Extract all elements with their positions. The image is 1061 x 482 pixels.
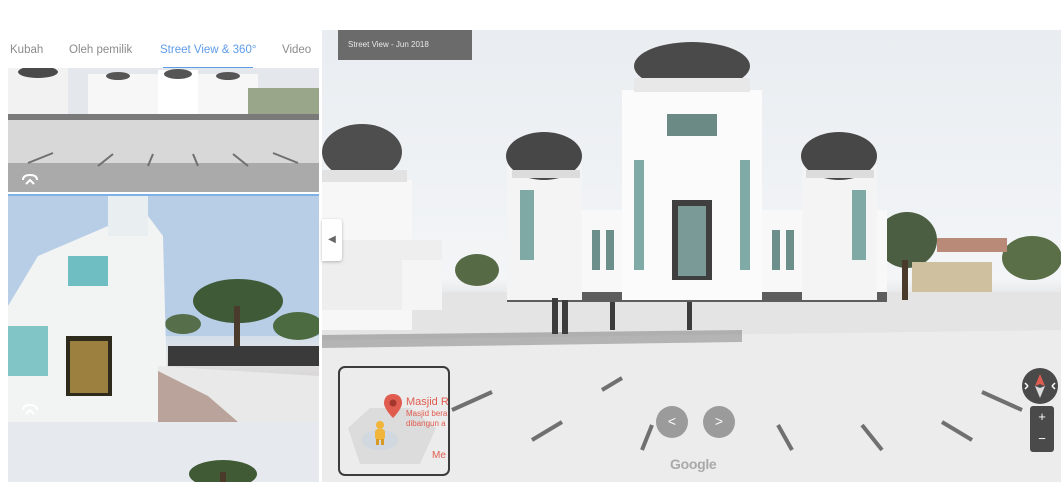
tab-street-view-360[interactable]: Street View & 360° (160, 44, 256, 56)
tab-oleh-pemilik[interactable]: Oleh pemilik (69, 44, 132, 56)
street-view-date: Street View - Jun 2018 (338, 30, 472, 60)
photo-category-tabs: Kubah Oleh pemilik Street View & 360° Vi… (0, 36, 320, 69)
mini-map[interactable]: Masjid R Masjid bera dibangun a Me (338, 366, 450, 476)
next-view-button[interactable]: > (703, 406, 735, 438)
chevron-left-icon: < (667, 413, 677, 429)
street-view-360-icon (22, 403, 38, 415)
collapse-panel-button[interactable]: ◀ (322, 219, 342, 261)
compass-button[interactable] (1022, 368, 1058, 404)
zoom-control: + − (1030, 406, 1054, 452)
tab-kubah[interactable]: Kubah (10, 44, 43, 56)
street-view-thumbnail[interactable] (8, 194, 319, 422)
zoom-in-button[interactable]: + (1030, 406, 1054, 428)
place-description: dibangun a (406, 419, 446, 428)
google-logo: Google (670, 456, 717, 472)
street-view-thumbnail[interactable] (8, 68, 319, 192)
minaret-image (8, 196, 319, 422)
trees-image (8, 422, 319, 482)
street-view-360-icon (22, 173, 38, 185)
pegman-icon[interactable] (372, 420, 388, 446)
place-title: Masjid R (406, 396, 449, 408)
map-label: Me (432, 450, 446, 461)
chevron-right-icon: > (714, 413, 724, 429)
street-view-thumbnail[interactable] (8, 422, 319, 482)
mosque-front-image (8, 68, 319, 192)
previous-view-button[interactable]: < (656, 406, 688, 438)
location-pin-icon (384, 394, 402, 418)
photo-panel: Kubah Oleh pemilik Street View & 360° Vi… (0, 0, 320, 482)
chevron-left-icon: ◀ (328, 234, 336, 245)
zoom-out-button[interactable]: − (1030, 428, 1054, 450)
tab-video[interactable]: Video (282, 44, 311, 56)
compass-icon (1024, 374, 1056, 398)
place-description: Masjid bera (406, 409, 448, 418)
